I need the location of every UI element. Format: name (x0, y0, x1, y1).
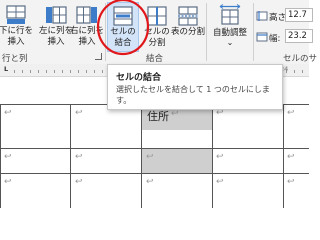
address-cell-text: 住所 (147, 110, 169, 123)
merge-cells-tooltip: セルの結合 選択したセルを結合して 1 つのセルにします。 (107, 64, 283, 110)
cell-end-mark: ↩ (146, 152, 154, 162)
cell-end-mark: ↩ (287, 152, 295, 162)
insert-column-left-icon (46, 6, 67, 24)
cell-end-mark: ↩ (287, 177, 295, 187)
cell-end-mark: ↩ (4, 152, 12, 162)
table-vline (0, 104, 1, 208)
width-label: 幅: (269, 34, 281, 44)
insert-column-right-label-2: 挿入 (78, 37, 96, 47)
table-vline (70, 104, 71, 208)
height-input[interactable]: 12.7 (285, 8, 313, 22)
cell-end-mark: ↩ (287, 108, 295, 118)
cell-end-mark: ↩ (4, 108, 12, 118)
tooltip-description: 選択したセルを結合して 1 つのセルにします。 (116, 85, 270, 105)
table-vline (283, 104, 284, 208)
ribbon-group-separator (206, 3, 207, 61)
highlight-circle (96, 0, 150, 56)
split-table-label: 表の分割 (170, 27, 205, 37)
insert-column-left-label-2: 挿入 (47, 37, 65, 47)
ribbon: 下に行を 挿入 左に列を 挿入 右に列を 挿入 セルの 結合 セルの 分割 表の… (0, 0, 317, 65)
split-table-icon (178, 6, 198, 26)
cell-end-mark: ↩ (146, 177, 154, 187)
cell-end-mark: ↩ (216, 152, 224, 162)
table-vline (141, 104, 142, 208)
chevron-down-icon: ⌄ (226, 38, 234, 47)
insert-row-below-icon (6, 5, 26, 24)
insert-row-below-button[interactable]: 下に行を 挿入 (0, 4, 38, 48)
cell-end-mark: ↩ (75, 152, 83, 162)
cell-end-mark: ↩ (216, 177, 224, 187)
tooltip-title: セルの結合 (116, 73, 162, 83)
table-vline (212, 104, 213, 208)
autofit-icon (219, 4, 241, 25)
column-width-icon (256, 32, 268, 42)
ruler-tab-marker[interactable]: L (4, 65, 8, 73)
insert-row-below-label-2: 挿入 (7, 37, 25, 47)
width-value: 23.2 (288, 31, 307, 41)
table-hline (0, 173, 309, 174)
group-label-cell-size: セルのサ (283, 54, 318, 64)
cell-end-mark: ↩ (171, 109, 179, 119)
group-label-rows-columns: 行と列 (2, 54, 28, 64)
table-hline (0, 148, 309, 149)
cell-end-mark: ↩ (4, 177, 12, 187)
cell-end-mark: ↩ (75, 108, 83, 118)
height-value: 12.7 (288, 10, 307, 20)
width-input[interactable]: 23.2 (285, 29, 313, 43)
autofit-button[interactable]: 自動調整 ⌄ (210, 4, 250, 47)
split-table-button[interactable]: 表の分割 (169, 5, 207, 38)
cell-end-mark: ↩ (75, 177, 83, 187)
row-height-icon (256, 11, 268, 21)
insert-row-below-label-1: 下に行を (0, 26, 33, 36)
ribbon-group-separator (253, 3, 254, 61)
